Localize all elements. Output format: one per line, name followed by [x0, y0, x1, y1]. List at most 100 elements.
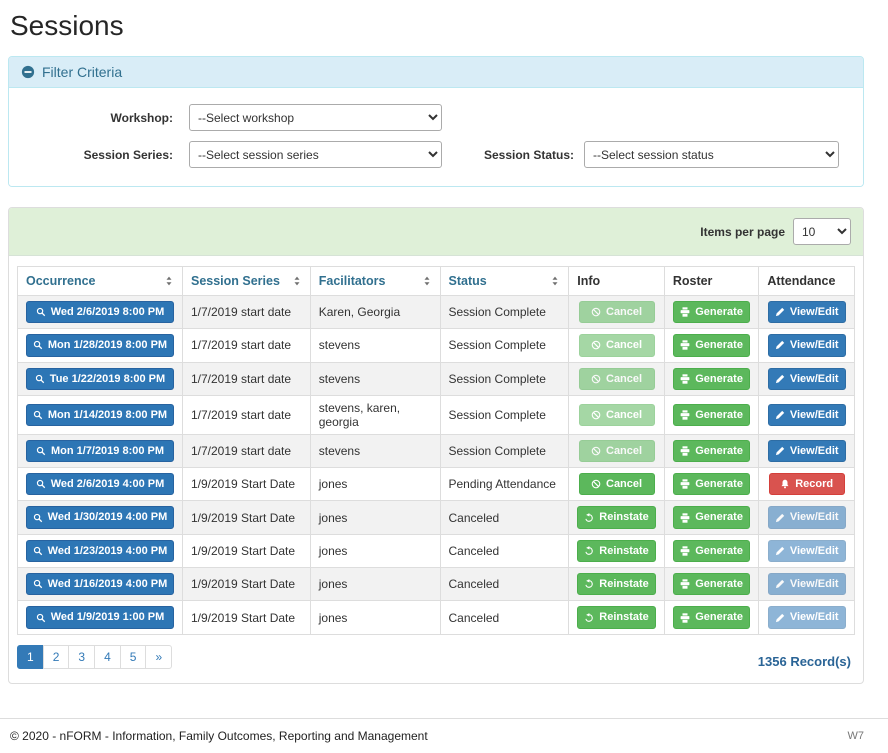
page-button-5[interactable]: 5 — [120, 645, 147, 669]
generate-button[interactable]: Generate — [673, 506, 750, 528]
page-button-1[interactable]: 1 — [17, 645, 44, 669]
table-row: Mon 1/28/2019 8:00 PM 1/7/2019 start dat… — [18, 329, 855, 362]
sessions-table: Occurrence Session Series Facilitators S… — [17, 266, 855, 635]
facilitators-cell: jones — [310, 501, 440, 534]
reinstate-button[interactable]: Reinstate — [577, 540, 656, 562]
occurrence-button[interactable]: Mon 1/7/2019 8:00 PM — [26, 440, 174, 462]
ban-icon — [591, 479, 601, 489]
generate-button[interactable]: Generate — [673, 404, 750, 426]
column-header-info: Info — [569, 267, 665, 296]
generate-button[interactable]: Generate — [673, 440, 750, 462]
status-cell: Canceled — [440, 501, 569, 534]
session-series-cell: 1/9/2019 Start Date — [182, 601, 310, 634]
table-header-row: Occurrence Session Series Facilitators S… — [18, 267, 855, 296]
table-row: Wed 1/16/2019 4:00 PM 1/9/2019 Start Dat… — [18, 568, 855, 601]
cancel-button: Cancel — [579, 404, 655, 426]
pencil-icon — [775, 410, 785, 420]
session-series-select[interactable]: --Select session series — [189, 141, 442, 168]
reinstate-label: Reinstate — [599, 544, 649, 558]
page-button-2[interactable]: 2 — [43, 645, 70, 669]
cancel-label: Cancel — [606, 477, 642, 491]
view-edit-label: View/Edit — [790, 510, 839, 524]
column-header-facilitators[interactable]: Facilitators — [310, 267, 440, 296]
cancel-label: Cancel — [606, 408, 642, 422]
view-edit-button[interactable]: View/Edit — [768, 440, 846, 462]
generate-button[interactable]: Generate — [673, 540, 750, 562]
table-row: Mon 1/14/2019 8:00 PM 1/7/2019 start dat… — [18, 395, 855, 434]
reinstate-button[interactable]: Reinstate — [577, 506, 656, 528]
view-edit-button[interactable]: View/Edit — [768, 301, 846, 323]
occurrence-button[interactable]: Wed 1/16/2019 4:00 PM — [26, 573, 174, 595]
column-label: Occurrence — [26, 274, 95, 288]
filter-criteria-panel: Filter Criteria Workshop: --Select works… — [8, 56, 864, 187]
view-edit-button[interactable]: View/Edit — [768, 368, 846, 390]
reinstate-button[interactable]: Reinstate — [577, 606, 656, 628]
generate-button[interactable]: Generate — [673, 606, 750, 628]
pencil-icon — [775, 613, 785, 623]
reinstate-label: Reinstate — [599, 510, 649, 524]
printer-icon — [680, 513, 690, 523]
session-series-label: Session Series: — [23, 148, 173, 162]
filter-criteria-body: Workshop: --Select workshop Session Seri… — [9, 88, 863, 186]
pencil-icon — [775, 340, 785, 350]
record-button[interactable]: Record — [769, 473, 845, 495]
occurrence-button[interactable]: Wed 1/30/2019 4:00 PM — [26, 506, 174, 528]
generate-button[interactable]: Generate — [673, 334, 750, 356]
occurrence-button[interactable]: Tue 1/22/2019 8:00 PM — [26, 368, 174, 390]
undo-icon — [584, 513, 594, 523]
workshop-select[interactable]: --Select workshop — [189, 104, 442, 131]
generate-label: Generate — [695, 408, 743, 422]
search-icon — [33, 579, 43, 589]
occurrence-label: Wed 1/9/2019 1:00 PM — [51, 610, 165, 624]
occurrence-button[interactable]: Mon 1/28/2019 8:00 PM — [26, 334, 174, 356]
occurrence-button[interactable]: Wed 2/6/2019 8:00 PM — [26, 301, 174, 323]
table-row: Wed 2/6/2019 4:00 PM 1/9/2019 Start Date… — [18, 468, 855, 501]
column-header-session-series[interactable]: Session Series — [182, 267, 310, 296]
occurrence-button[interactable]: Wed 1/23/2019 4:00 PM — [26, 540, 174, 562]
search-icon — [33, 340, 43, 350]
facilitators-cell: stevens, karen, georgia — [310, 395, 440, 434]
bell-icon — [780, 479, 790, 489]
generate-button[interactable]: Generate — [673, 573, 750, 595]
status-cell: Session Complete — [440, 296, 569, 329]
generate-button[interactable]: Generate — [673, 368, 750, 390]
status-cell: Canceled — [440, 534, 569, 567]
column-header-occurrence[interactable]: Occurrence — [18, 267, 183, 296]
view-edit-button[interactable]: View/Edit — [768, 404, 846, 426]
generate-label: Generate — [695, 544, 743, 558]
items-per-page-select[interactable]: 10 — [793, 218, 851, 245]
session-status-select[interactable]: --Select session status — [584, 141, 839, 168]
occurrence-label: Mon 1/28/2019 8:00 PM — [48, 338, 167, 352]
grid-body: Occurrence Session Series Facilitators S… — [9, 256, 863, 683]
occurrence-button[interactable]: Wed 1/9/2019 1:00 PM — [26, 606, 174, 628]
view-edit-button[interactable]: View/Edit — [768, 334, 846, 356]
generate-button[interactable]: Generate — [673, 301, 750, 323]
reinstate-button[interactable]: Reinstate — [577, 573, 656, 595]
cancel-button[interactable]: Cancel — [579, 473, 655, 495]
generate-label: Generate — [695, 372, 743, 386]
printer-icon — [680, 307, 690, 317]
collapse-icon[interactable] — [21, 65, 35, 79]
generate-label: Generate — [695, 444, 743, 458]
reinstate-label: Reinstate — [599, 577, 649, 591]
session-series-row: Session Series: --Select session series … — [23, 141, 849, 168]
filter-criteria-title: Filter Criteria — [42, 64, 122, 80]
page-button-4[interactable]: 4 — [94, 645, 121, 669]
view-edit-button: View/Edit — [768, 506, 846, 528]
occurrence-button[interactable]: Wed 2/6/2019 4:00 PM — [26, 473, 174, 495]
status-cell: Canceled — [440, 568, 569, 601]
page-button-3[interactable]: 3 — [68, 645, 95, 669]
generate-button[interactable]: Generate — [673, 473, 750, 495]
page-next-button[interactable]: » — [145, 645, 172, 669]
session-series-cell: 1/9/2019 Start Date — [182, 568, 310, 601]
occurrence-label: Wed 1/23/2019 4:00 PM — [48, 544, 168, 558]
cancel-label: Cancel — [606, 444, 642, 458]
generate-label: Generate — [695, 305, 743, 319]
view-edit-label: View/Edit — [790, 610, 839, 624]
generate-label: Generate — [695, 477, 743, 491]
column-header-status[interactable]: Status — [440, 267, 569, 296]
footer-copyright: © 2020 - nFORM - Information, Family Out… — [10, 729, 428, 743]
filter-criteria-header[interactable]: Filter Criteria — [9, 57, 863, 88]
occurrence-button[interactable]: Mon 1/14/2019 8:00 PM — [26, 404, 174, 426]
records-count: 1356 Record(s) — [758, 654, 851, 669]
